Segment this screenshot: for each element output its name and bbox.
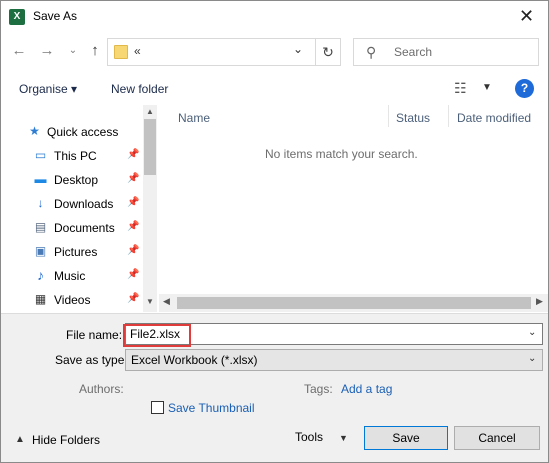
computer-icon: ▭	[34, 148, 47, 162]
pin-icon[interactable]: 📌	[127, 269, 139, 280]
nav-item-quick-access[interactable]: ★ Quick access	[21, 120, 141, 144]
pin-icon[interactable]: 📌	[127, 293, 139, 304]
tags-label: Tags:	[304, 382, 333, 396]
file-name-label: File name:	[66, 328, 123, 342]
nav-item-label: Downloads	[54, 197, 114, 211]
document-icon: ▤	[34, 220, 47, 234]
nav-item-pictures[interactable]: ▣ Pictures 📌	[21, 240, 141, 264]
file-list-scrollbar[interactable]: ◀ ▶	[159, 294, 548, 312]
nav-item-label: This PC	[54, 149, 97, 163]
scroll-right-icon[interactable]: ▶	[536, 296, 543, 307]
folder-icon	[114, 45, 128, 59]
highlight-box	[123, 324, 191, 347]
save-type-select[interactable]: Excel Workbook (*.xlsx) ⌄	[125, 349, 543, 371]
tools-dropdown-icon[interactable]: ▼	[339, 433, 348, 443]
window-title: Save As	[33, 9, 78, 23]
nav-item-label: Videos	[54, 293, 91, 307]
nav-item-documents[interactable]: ▤ Documents 📌	[21, 216, 141, 240]
title-bar: X Save As ✕	[1, 1, 548, 32]
nav-item-label: Music	[54, 269, 86, 283]
add-tag-link[interactable]: Add a tag	[341, 382, 392, 396]
authors-label: Authors:	[79, 382, 124, 396]
file-name-dropdown-icon[interactable]: ⌄	[528, 327, 536, 338]
column-header-date-modified[interactable]: Date modified	[457, 111, 531, 125]
back-arrow-icon[interactable]: ←	[9, 39, 29, 63]
desktop-icon: ▬	[34, 172, 47, 186]
save-thumbnail-label[interactable]: Save Thumbnail	[168, 401, 255, 415]
picture-icon: ▣	[34, 244, 47, 258]
nav-item-label: Desktop	[54, 173, 99, 187]
pin-icon[interactable]: 📌	[127, 197, 139, 208]
nav-item-desktop[interactable]: ▬ Desktop 📌	[21, 168, 141, 192]
scrollbar-thumb[interactable]	[177, 297, 531, 309]
address-bar[interactable]: « ⌄ ↻	[107, 38, 341, 66]
pin-icon[interactable]: 📌	[127, 149, 139, 160]
nav-item-label: Documents	[54, 221, 115, 235]
scrollbar-thumb[interactable]	[144, 119, 156, 175]
refresh-icon[interactable]: ↻	[315, 39, 340, 65]
nav-item-this-pc[interactable]: ▭ This PC 📌	[21, 144, 141, 168]
music-icon: ♪	[37, 267, 44, 283]
forward-arrow-icon[interactable]: →	[37, 39, 57, 63]
save-type-value[interactable]: Excel Workbook (*.xlsx)	[131, 353, 257, 367]
nav-item-label: Quick access	[47, 125, 119, 139]
nav-item-videos[interactable]: ▦ Videos 📌	[21, 288, 141, 312]
pin-icon[interactable]: 📌	[127, 221, 139, 232]
toolbar: Organise ▾ New folder ☷ ▼ ?	[1, 74, 548, 104]
scroll-down-icon[interactable]: ▼	[143, 297, 157, 306]
address-path[interactable]: «	[134, 44, 141, 58]
close-button[interactable]: ✕	[505, 1, 548, 32]
recent-locations-icon[interactable]: ⌄	[63, 39, 83, 63]
excel-app-icon: X	[9, 9, 25, 25]
new-folder-button[interactable]: New folder	[111, 82, 168, 96]
nav-item-music[interactable]: ♪ Music 📌	[21, 264, 141, 288]
star-icon: ★	[29, 124, 40, 138]
view-dropdown-icon[interactable]: ▼	[482, 82, 492, 93]
pin-icon[interactable]: 📌	[127, 245, 139, 256]
column-divider[interactable]	[448, 105, 449, 127]
save-type-dropdown-icon[interactable]: ⌄	[528, 353, 536, 364]
column-divider[interactable]	[388, 105, 389, 127]
cancel-button[interactable]: Cancel	[454, 426, 540, 450]
column-header-name[interactable]: Name	[178, 111, 210, 125]
up-arrow-icon[interactable]: ↑	[85, 39, 105, 63]
view-options-icon[interactable]: ☷	[454, 80, 466, 97]
navigation-pane: ★ Quick access ▭ This PC 📌 ▬ Desktop 📌 ↓…	[1, 105, 159, 312]
column-header-status[interactable]: Status	[396, 111, 430, 125]
save-as-dialog: X Save As ✕ ← → ⌄ ↑ « ⌄ ↻ ⚲ Search Organ…	[0, 0, 549, 463]
scroll-up-icon[interactable]: ▲	[143, 107, 157, 116]
hide-folders-button[interactable]: Hide Folders	[32, 433, 100, 447]
download-icon: ↓	[37, 196, 44, 210]
video-icon: ▦	[34, 292, 47, 306]
tools-menu[interactable]: Tools	[295, 430, 323, 444]
nav-item-label: Pictures	[54, 245, 98, 259]
chevron-up-icon[interactable]: ▲	[15, 434, 25, 445]
help-icon[interactable]: ?	[515, 79, 534, 98]
search-icon: ⚲	[366, 44, 377, 60]
nav-pane-scrollbar[interactable]: ▲ ▼	[143, 105, 157, 312]
search-input[interactable]: ⚲ Search	[353, 38, 539, 66]
address-dropdown-icon[interactable]: ⌄	[293, 42, 303, 56]
organise-menu[interactable]: Organise ▾	[19, 82, 77, 96]
save-button[interactable]: Save	[364, 426, 448, 450]
empty-results-message: No items match your search.	[265, 147, 418, 161]
pin-icon[interactable]: 📌	[127, 173, 139, 184]
nav-item-downloads[interactable]: ↓ Downloads 📌	[21, 192, 141, 216]
save-type-label: Save as type:	[55, 353, 128, 367]
save-thumbnail-checkbox[interactable]	[151, 401, 164, 414]
search-placeholder: Search	[394, 45, 433, 59]
scroll-left-icon[interactable]: ◀	[163, 296, 170, 307]
